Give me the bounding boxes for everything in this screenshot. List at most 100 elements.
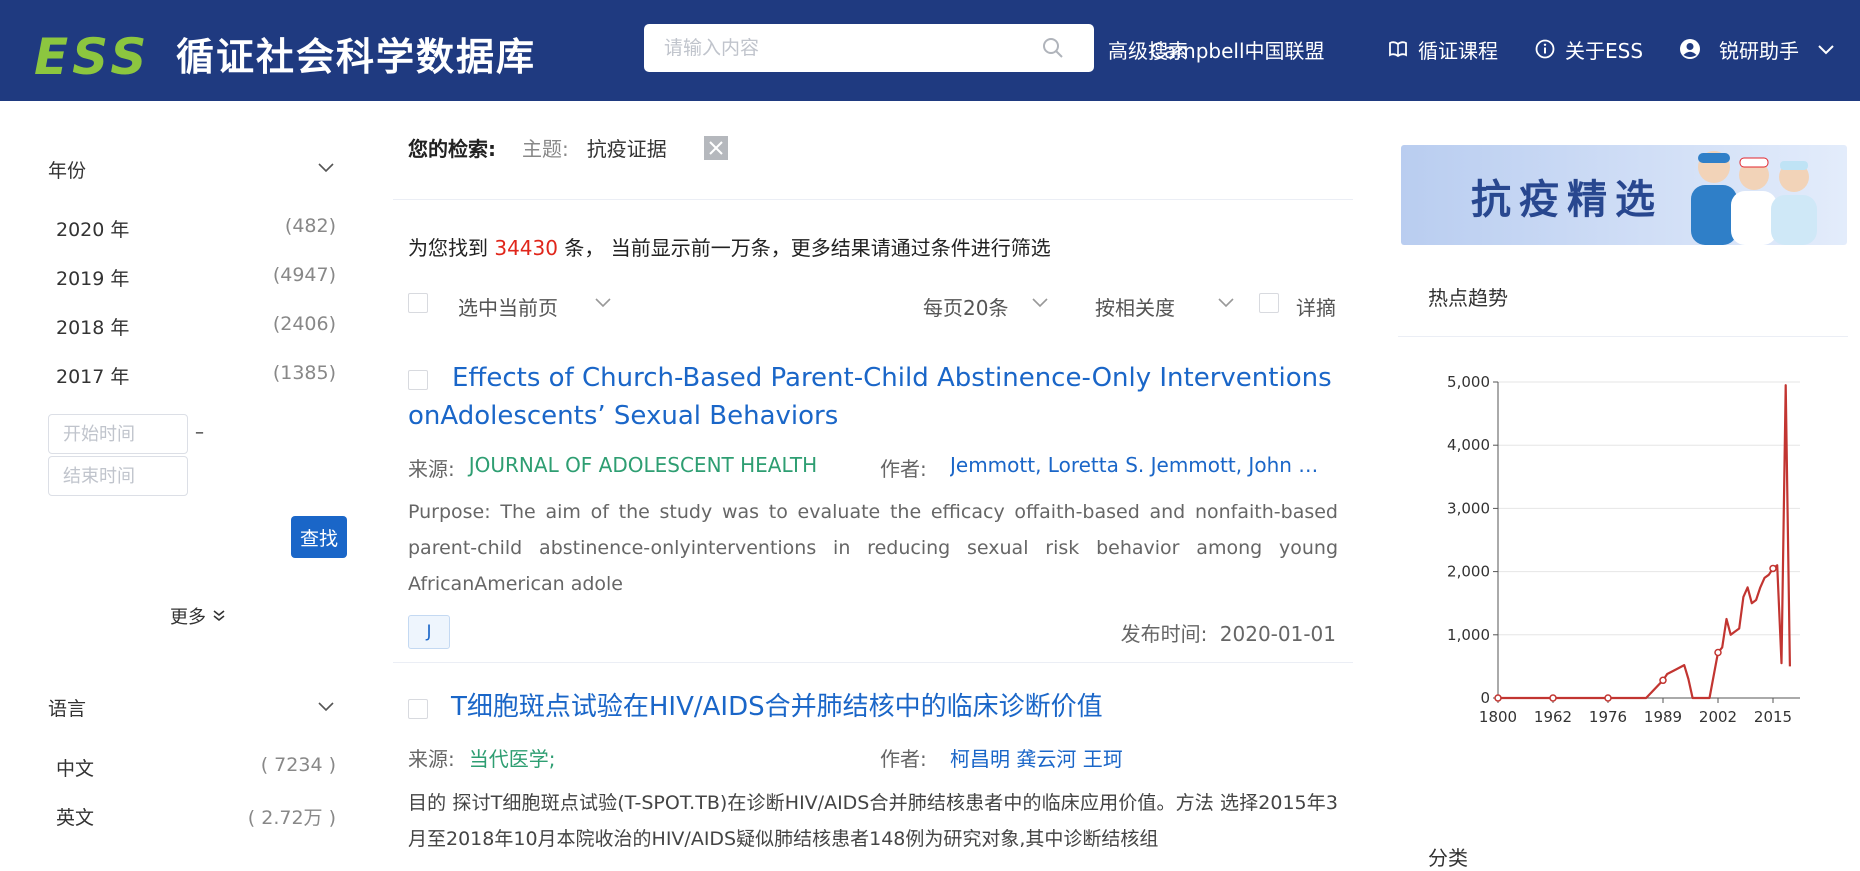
result-title[interactable]: T细胞斑点试验在HIV/AIDS合并肺结核中的临床诊断价值 bbox=[451, 688, 1103, 726]
journal-tag: J bbox=[408, 615, 450, 649]
facet-year-item[interactable]: 2020 年 (482) bbox=[56, 215, 336, 245]
data-point bbox=[1549, 694, 1557, 702]
result-abstract: 目的 探讨T细胞斑点试验(T-SPOT.TB)在诊断HIV/AIDS合并肺结核患… bbox=[408, 792, 1338, 850]
facet-language-item[interactable]: 英文 ( 2.72万 ) bbox=[56, 803, 336, 833]
more-button[interactable]: 更多 bbox=[170, 603, 226, 629]
detail-label[interactable]: 详摘 bbox=[1296, 292, 1336, 321]
sort-select[interactable]: 按相关度 bbox=[1095, 292, 1175, 321]
chevron-down-icon[interactable] bbox=[1218, 298, 1234, 308]
y-tick-label: 2,000 bbox=[1447, 563, 1490, 581]
divider bbox=[393, 662, 1353, 663]
result-abstract: Purpose: The aim of the study was to eva… bbox=[408, 501, 1338, 595]
remove-filter-icon[interactable] bbox=[704, 136, 728, 160]
x-tick-label: 2015 bbox=[1754, 708, 1792, 726]
x-tick-label: 1989 bbox=[1644, 708, 1682, 726]
detail-checkbox[interactable] bbox=[1259, 293, 1279, 313]
y-tick-label: 4,000 bbox=[1447, 436, 1490, 454]
query-topic-value: 抗疫证据 bbox=[586, 137, 667, 161]
info-icon bbox=[1535, 39, 1555, 59]
divider bbox=[393, 199, 1353, 200]
query-topic-label: 主题: bbox=[522, 137, 569, 161]
top-navbar: ESS 循证社会科学数据库 高级搜索 Campbell中国联盟 循证课程 关于E… bbox=[0, 0, 1860, 101]
chevron-down-icon[interactable] bbox=[318, 702, 334, 712]
chevron-down-icon[interactable] bbox=[1032, 298, 1048, 308]
search-input[interactable] bbox=[664, 34, 1034, 62]
banner-text: 抗疫精选 bbox=[1471, 177, 1663, 223]
trend-chart: 0 1,000 2,000 3,000 4,000 5,000 1800 1962 1976 19… bbox=[1447, 373, 1800, 726]
facet-year-item[interactable]: 2019 年 (4947) bbox=[56, 264, 336, 294]
query-label: 您的检索: bbox=[408, 137, 496, 161]
data-point bbox=[1769, 564, 1777, 573]
facet-year-label: 2019 年 bbox=[56, 268, 130, 290]
facet-language-count: ( 7234 ) bbox=[260, 754, 336, 776]
nav-about[interactable]: 关于ESS bbox=[1535, 33, 1643, 65]
facet-year-label: 2020 年 bbox=[56, 219, 130, 241]
author-label: 作者: bbox=[880, 457, 927, 481]
divider bbox=[1398, 336, 1848, 337]
series-line bbox=[1498, 384, 1791, 700]
y-tick-label: 1,000 bbox=[1447, 626, 1490, 644]
data-point bbox=[1659, 676, 1667, 685]
facet-language-title[interactable]: 语言 bbox=[48, 694, 86, 721]
source-label: 来源: bbox=[408, 747, 455, 771]
data-point bbox=[1494, 694, 1502, 702]
category-title: 分类 bbox=[1428, 846, 1468, 870]
result-authors[interactable]: Jemmott, Loretta S. Jemmott, John B. O'L… bbox=[950, 453, 1330, 477]
source-label: 来源: bbox=[408, 457, 455, 481]
facet-year-item[interactable]: 2017 年 (1385) bbox=[56, 362, 336, 392]
nav-course[interactable]: 循证课程 bbox=[1388, 33, 1498, 65]
result-count-number: 34430 bbox=[494, 236, 558, 260]
search-icon[interactable] bbox=[1042, 37, 1064, 59]
y-tick-label: 3,000 bbox=[1447, 499, 1490, 517]
facet-year-item[interactable]: 2018 年 (2406) bbox=[56, 313, 336, 343]
user-icon bbox=[1680, 39, 1700, 59]
nav-campbell[interactable]: Campbell中国联盟 bbox=[1150, 33, 1325, 65]
chevron-down-icon bbox=[1818, 45, 1834, 55]
more-label: 更多 bbox=[170, 607, 206, 628]
search-box bbox=[644, 24, 1094, 72]
facet-year-count: (2406) bbox=[272, 313, 336, 335]
publish-date-value: 2020-01-01 bbox=[1219, 622, 1336, 646]
facet-year-count: (1385) bbox=[272, 362, 336, 384]
facet-year-count: (4947) bbox=[272, 264, 336, 286]
x-tick-label: 1962 bbox=[1534, 708, 1572, 726]
start-date-input[interactable] bbox=[48, 414, 188, 454]
result-checkbox[interactable] bbox=[408, 699, 428, 719]
end-date-input[interactable] bbox=[48, 456, 188, 496]
facet-language-label: 中文 bbox=[56, 758, 95, 780]
nav-user-menu[interactable]: 锐研助手 bbox=[1679, 33, 1845, 65]
facet-language-label: 英文 bbox=[56, 807, 95, 829]
nav-about-label: 关于ESS bbox=[1565, 38, 1644, 63]
facet-year-title[interactable]: 年份 bbox=[48, 156, 86, 183]
anti-epidemic-banner[interactable]: 抗疫精选 bbox=[1401, 145, 1847, 245]
result-source-line: 来源: JOURNAL OF ADOLESCENT HEALTH bbox=[408, 453, 817, 482]
hot-trend-title: 热点趋势 bbox=[1428, 286, 1508, 310]
select-page-label[interactable]: 选中当前页 bbox=[458, 292, 558, 321]
publish-date: 发布时间: 2020-01-01 bbox=[1121, 618, 1336, 647]
select-page-checkbox[interactable] bbox=[408, 293, 428, 313]
y-tick-label: 5,000 bbox=[1447, 373, 1490, 391]
result-source[interactable]: JOURNAL OF ADOLESCENT HEALTH bbox=[469, 453, 817, 482]
chevron-down-icon[interactable] bbox=[318, 163, 334, 173]
nav-course-label: 循证课程 bbox=[1418, 38, 1498, 63]
site-title: 循证社会科学数据库 bbox=[176, 35, 537, 79]
result-count-prefix: 为您找到 bbox=[408, 236, 488, 260]
per-page-select[interactable]: 每页20条 bbox=[923, 292, 1008, 321]
result-source[interactable]: 当代医学; bbox=[469, 743, 556, 772]
x-tick-label: 1976 bbox=[1589, 708, 1627, 726]
result-authors[interactable]: 柯昌明 龚云河 王珂 bbox=[950, 743, 1330, 772]
chevron-down-icon[interactable] bbox=[595, 298, 611, 308]
result-title[interactable]: Effects of Church-Based Parent-Child Abs… bbox=[408, 359, 1338, 435]
find-button[interactable]: 查找 bbox=[291, 516, 347, 558]
ess-logo[interactable]: ESS bbox=[34, 28, 150, 86]
facet-language-item[interactable]: 中文 ( 7234 ) bbox=[56, 754, 336, 784]
result-count-line: 为您找到 34430 条， 当前显示前一万条，更多结果请通过条件进行筛选 bbox=[408, 232, 1051, 261]
x-tick-label: 1800 bbox=[1479, 708, 1517, 726]
facet-year-label: 2018 年 bbox=[56, 317, 130, 339]
data-point bbox=[1604, 694, 1612, 702]
publish-date-label: 发布时间: bbox=[1120, 622, 1208, 646]
y-tick-label: 0 bbox=[1480, 689, 1490, 707]
facet-language-count: ( 2.72万 ) bbox=[247, 807, 336, 829]
result-count-suffix: 条， 当前显示前一万条，更多结果请通过条件进行筛选 bbox=[564, 236, 1051, 260]
x-tick-label: 2002 bbox=[1699, 708, 1737, 726]
